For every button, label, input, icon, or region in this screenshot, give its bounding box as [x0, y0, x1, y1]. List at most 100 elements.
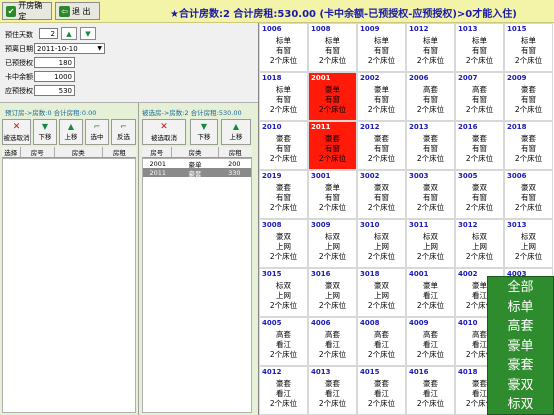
room-feature: 上网 [374, 291, 389, 300]
room-tile-4008[interactable]: 4008 高套 看江 2个床位 [357, 317, 406, 366]
booked-table-header: 选择 房号 房类 房租 [2, 147, 136, 158]
room-number: 2001 [311, 74, 331, 82]
room-tile-1008[interactable]: 1008 标单 有窗 2个床位 [308, 23, 357, 72]
room-beds: 2个床位 [416, 154, 445, 163]
room-type-menu-item[interactable]: 标单 [488, 298, 553, 317]
room-feature: 上网 [472, 242, 487, 251]
exit-button[interactable]: ⇦ 退 出 [55, 2, 100, 20]
booked-move-up-button[interactable]: ▲ 上移 [59, 119, 83, 145]
room-type: 高套 [374, 330, 389, 339]
date-picker[interactable]: 2011-10-10 ▼ [34, 43, 105, 54]
open-room-button[interactable]: ✔ 开房确定 [2, 1, 52, 21]
room-type-menu-item[interactable]: 豪双 [488, 376, 553, 395]
room-tile-3005[interactable]: 3005 豪双 有窗 2个床位 [455, 170, 504, 219]
room-number: 1018 [262, 74, 282, 82]
chevron-down-icon: ▼ [97, 45, 102, 52]
booked-move-down-button[interactable]: ▼ 下移 [33, 119, 57, 145]
room-tile-4013[interactable]: 4013 豪套 看江 2个床位 [308, 366, 357, 415]
room-beds: 2个床位 [367, 301, 396, 310]
should-preauth-input[interactable]: 530 [34, 85, 75, 96]
room-beds: 2个床位 [367, 252, 396, 261]
room-tile-3018[interactable]: 3018 豪双 上网 2个床位 [357, 268, 406, 317]
room-type-menu-item[interactable]: 高套 [488, 317, 553, 336]
card-balance-input[interactable]: 1000 [34, 71, 75, 82]
room-type-menu-item[interactable]: 标双 [488, 395, 553, 414]
room-tile-2009[interactable]: 2009 豪套 有窗 2个床位 [504, 72, 553, 121]
room-tile-3002[interactable]: 3002 豪双 有窗 2个床位 [357, 170, 406, 219]
row-room-type: 豪套 [188, 169, 202, 178]
room-tile-2006[interactable]: 2006 高套 有窗 2个床位 [406, 72, 455, 121]
room-tile-4016[interactable]: 4016 豪套 看江 2个床位 [406, 366, 455, 415]
room-beds: 2个床位 [514, 105, 543, 114]
room-number: 4012 [262, 368, 282, 376]
room-tile-4006[interactable]: 4006 高套 看江 2个床位 [308, 317, 357, 366]
days-down-button[interactable]: ▼ [80, 27, 96, 40]
room-type-menu-item[interactable]: 豪单 [488, 337, 553, 356]
room-type: 标双 [521, 232, 536, 241]
room-type-menu-item[interactable]: 全部 [488, 278, 553, 297]
selected-header: 被选房->房数:2 合计房租:530.00 [142, 109, 242, 117]
room-tile-2016[interactable]: 2016 豪套 有窗 2个床位 [455, 121, 504, 170]
room-tile-1012[interactable]: 1012 标单 有窗 2个床位 [406, 23, 455, 72]
room-type: 豪双 [276, 232, 291, 241]
divider [138, 103, 139, 415]
room-tile-1018[interactable]: 1018 标单 有窗 2个床位 [259, 72, 308, 121]
room-beds: 2个床位 [318, 350, 347, 359]
room-feature: 有窗 [276, 193, 291, 202]
room-tile-4005[interactable]: 4005 高套 看江 2个床位 [259, 317, 308, 366]
room-tile-4012[interactable]: 4012 豪套 看江 2个床位 [259, 366, 308, 415]
room-tile-3009[interactable]: 3009 标双 上网 2个床位 [308, 219, 357, 268]
booked-select-button[interactable]: ⌐ 选中 [85, 119, 109, 145]
room-tile-2019[interactable]: 2019 豪套 有窗 2个床位 [259, 170, 308, 219]
room-tile-2013[interactable]: 2013 豪套 有窗 2个床位 [406, 121, 455, 170]
selected-deselect-button[interactable]: ✕ 被选取消 [142, 119, 186, 145]
booked-invert-button[interactable]: ⌐ 反选 [111, 119, 136, 145]
exit-label: 退 出 [72, 6, 91, 16]
room-beds: 2个床位 [514, 252, 543, 261]
room-tile-4009[interactable]: 4009 高套 看江 2个床位 [406, 317, 455, 366]
room-tile-2002[interactable]: 2002 豪单 有窗 2个床位 [357, 72, 406, 121]
check-icon: ✔ [6, 5, 17, 17]
room-tile-3015[interactable]: 3015 标双 上网 2个床位 [259, 268, 308, 317]
room-tile-2012[interactable]: 2012 豪套 有窗 2个床位 [357, 121, 406, 170]
room-feature: 有窗 [325, 95, 340, 104]
room-number: 1013 [458, 25, 478, 33]
table-row-selected[interactable]: 2011 豪套 330 [143, 168, 251, 178]
room-tile-1006[interactable]: 1006 标单 有窗 2个床位 [259, 23, 308, 72]
room-tile-2010[interactable]: 2010 豪套 有窗 2个床位 [259, 121, 308, 170]
days-input[interactable]: 2 [39, 28, 58, 39]
room-tile-1015[interactable]: 1015 标单 有窗 2个床位 [504, 23, 553, 72]
room-tile-2018[interactable]: 2018 豪套 有窗 2个床位 [504, 121, 553, 170]
room-tile-2001[interactable]: 2001 豪单 有窗 2个床位 [308, 72, 357, 121]
room-number: 4016 [409, 368, 429, 376]
room-tile-4001[interactable]: 4001 豪单 看江 2个床位 [406, 268, 455, 317]
booked-table-body[interactable] [2, 158, 136, 413]
room-tile-3003[interactable]: 3003 豪双 有窗 2个床位 [406, 170, 455, 219]
room-beds: 2个床位 [318, 203, 347, 212]
room-tile-1009[interactable]: 1009 标单 有窗 2个床位 [357, 23, 406, 72]
room-beds: 2个床位 [416, 301, 445, 310]
room-tile-2011[interactable]: 2011 豪套 有窗 2个床位 [308, 121, 357, 170]
room-tile-3016[interactable]: 3016 豪双 上网 2个床位 [308, 268, 357, 317]
select-icon: ⌐ [93, 122, 101, 131]
selected-move-up-button[interactable]: ▲ 上移 [221, 119, 251, 145]
selected-table-body[interactable]: 2001 豪单 200 2011 豪套 330 [142, 158, 252, 413]
room-tile-3012[interactable]: 3012 标双 上网 2个床位 [455, 219, 504, 268]
preauth-label: 已预授权 [5, 59, 33, 67]
room-tile-4015[interactable]: 4015 豪套 看江 2个床位 [357, 366, 406, 415]
booked-deselect-button[interactable]: ✕ 被选取消 [2, 119, 31, 145]
room-tile-3001[interactable]: 3001 豪单 有窗 2个床位 [308, 170, 357, 219]
room-tile-3008[interactable]: 3008 豪双 上网 2个床位 [259, 219, 308, 268]
room-tile-3013[interactable]: 3013 标双 上网 2个床位 [504, 219, 553, 268]
room-tile-2007[interactable]: 2007 高套 有窗 2个床位 [455, 72, 504, 121]
days-up-button[interactable]: ▲ [61, 27, 77, 40]
room-tile-1013[interactable]: 1013 标单 有窗 2个床位 [455, 23, 504, 72]
room-tile-3011[interactable]: 3011 标双 上网 2个床位 [406, 219, 455, 268]
room-type-menu-item[interactable]: 豪套 [488, 356, 553, 375]
room-feature: 有窗 [472, 193, 487, 202]
selected-move-down-button[interactable]: ▼ 下移 [190, 119, 218, 145]
preauth-input[interactable]: 180 [34, 57, 75, 68]
room-tile-3010[interactable]: 3010 标双 上网 2个床位 [357, 219, 406, 268]
room-number: 4018 [458, 368, 478, 376]
room-tile-3006[interactable]: 3006 豪双 有窗 2个床位 [504, 170, 553, 219]
